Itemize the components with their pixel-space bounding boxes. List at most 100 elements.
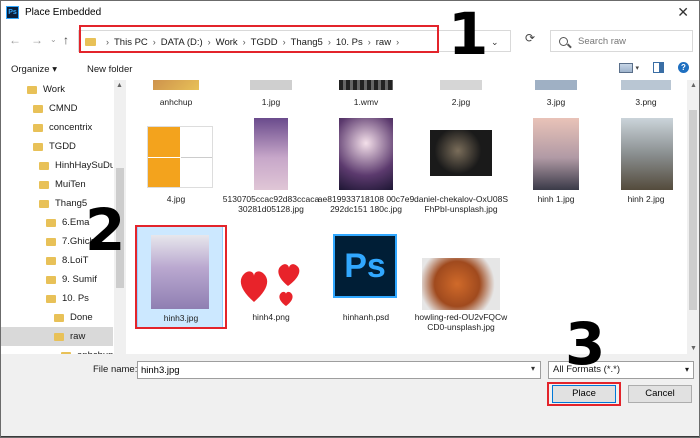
file-tile-hinh-2-jpg[interactable]: hinh 2.jpg (597, 118, 687, 208)
up-arrow-icon[interactable]: ↑ (63, 33, 69, 47)
sidebar-item-label: Work (43, 84, 65, 95)
annotation-step-1: 1 (448, 0, 489, 68)
file-tile-daniel-chekalov-jpg[interactable]: daniel-chekalov-OxU08SFhPbI-unsplash.jpg (412, 118, 510, 214)
image-thumbnail (250, 80, 292, 90)
file-name: hinh 2.jpg (627, 194, 665, 204)
annotation-highlight-file (135, 225, 227, 329)
scroll-up-icon[interactable]: ▲ (690, 82, 697, 89)
folder-icon (46, 256, 56, 265)
folder-icon (46, 294, 56, 303)
chevron-down-icon: ▾ (52, 63, 57, 75)
folder-icon (46, 275, 56, 284)
scroll-up-icon[interactable]: ▲ (116, 82, 123, 89)
sidebar-item-tgdd[interactable]: TGDD (1, 137, 113, 156)
file-tile-hinh-1-jpg[interactable]: hinh 1.jpg (507, 118, 605, 208)
annotation-highlight-place (547, 382, 621, 406)
back-arrow-icon[interactable]: ← (9, 33, 21, 47)
organize-label: Organize (11, 63, 50, 75)
search-box[interactable] (550, 30, 693, 52)
folder-icon (33, 142, 43, 151)
refresh-icon[interactable]: ⟳ (519, 31, 541, 51)
recent-locations-chevron-icon[interactable]: ⌄ (50, 35, 57, 44)
file-list-scrollbar[interactable]: ▲ ▼ (687, 80, 699, 354)
sidebar-item-label: HinhHaySuDu (55, 160, 113, 171)
sidebar-item-raw[interactable]: raw (1, 327, 113, 346)
sidebar-item-hinhhaysudu[interactable]: HinhHaySuDu (1, 156, 113, 175)
place-embedded-dialog: Ps Place Embedded ✕ ← → ⌄ ↑ › This PC › … (0, 0, 700, 438)
file-tile-hinh4-png[interactable]: hinh4.png (222, 226, 320, 328)
image-thumbnail (440, 80, 482, 90)
file-tile-1-wmv[interactable]: 1.wmv (317, 80, 415, 120)
sidebar-item-concentrix[interactable]: concentrix (1, 118, 113, 137)
folder-icon (33, 123, 43, 132)
help-icon[interactable]: ? (678, 62, 689, 73)
file-name: hinh 1.jpg (537, 194, 575, 204)
folder-icon (46, 218, 56, 227)
forward-arrow-icon[interactable]: → (31, 33, 43, 47)
image-thumbnail (254, 118, 288, 190)
folder-icon (27, 85, 37, 94)
folder-icon (54, 332, 64, 341)
file-list-scroll-thumb[interactable] (689, 110, 697, 310)
close-icon[interactable]: ✕ (677, 4, 689, 21)
file-name: 1.jpg (261, 97, 281, 107)
new-folder-button[interactable]: New folder (87, 64, 132, 75)
file-name: 3.jpg (546, 97, 566, 107)
file-tile-anhchup[interactable]: anhchup (127, 80, 225, 120)
file-name-dropdown-icon[interactable]: ▾ (531, 364, 535, 373)
video-thumbnail (339, 80, 393, 90)
folder-icon (39, 180, 49, 189)
address-dropdown-icon[interactable]: ⌄ (491, 37, 499, 48)
sidebar-item-anhchup[interactable]: anhchup (1, 346, 113, 354)
file-name: 2.jpg (451, 97, 471, 107)
folder-icon (33, 104, 43, 113)
file-tile-howling-red-jpg[interactable]: howling-red-OU2vFQCwCD0-unsplash.jpg (412, 226, 510, 332)
sidebar-item-label: raw (70, 331, 86, 342)
toolbar: Organize ▾ New folder ▾ ? (1, 59, 699, 79)
search-input[interactable] (578, 35, 688, 47)
sidebar-item-label: Done (70, 312, 93, 323)
chevron-down-icon: ▾ (684, 365, 689, 374)
file-tile-1-jpg[interactable]: 1.jpg (222, 80, 320, 120)
sidebar-item-label: MuiTen (55, 179, 86, 190)
file-tile-5130705ccac92d-jpg[interactable]: 5130705ccac92d83ccaca30281d05128.jpg (222, 118, 320, 214)
window-title: Place Embedded (25, 6, 102, 18)
sidebar-item-9-sumif[interactable]: 9. Sumif (1, 270, 113, 289)
folder-icon (39, 161, 49, 170)
file-name: 5130705ccac92d83ccaca30281d05128.jpg (222, 194, 320, 214)
sidebar-item-10-ps[interactable]: 10. Ps (1, 289, 113, 308)
sidebar-item-cmnd[interactable]: CMND (1, 99, 113, 118)
folder-icon (39, 199, 49, 208)
photoshop-file-icon: Ps (333, 234, 397, 298)
sidebar-item-work[interactable]: Work (1, 80, 113, 99)
image-thumbnail (533, 118, 579, 190)
file-name: 3.png (635, 97, 657, 107)
file-name: howling-red-OU2vFQCwCD0-unsplash.jpg (414, 312, 508, 332)
sidebar-item-done[interactable]: Done (1, 308, 113, 327)
file-name-input[interactable] (137, 361, 541, 379)
file-tile-4-jpg[interactable]: 4.jpg (127, 118, 225, 208)
file-tile-ae819933718108-jpg[interactable]: ae819933718108 00c7e9292dc151 180c.jpg (317, 118, 415, 214)
folder-icon (46, 237, 56, 246)
sidebar-item-label: Thang5 (55, 198, 88, 209)
ps-logo-text: Ps (344, 246, 386, 285)
image-thumbnail (621, 118, 673, 190)
file-tile-2-jpg[interactable]: 2.jpg (412, 80, 510, 120)
cancel-button[interactable]: Cancel (628, 385, 692, 403)
file-tile-3-jpg[interactable]: 3.jpg (507, 80, 605, 120)
file-tile-hinhanh-psd[interactable]: Ps hinhanh.psd (317, 226, 415, 328)
sidebar-item-label: TGDD (49, 141, 76, 152)
view-dropdown-icon[interactable]: ▾ (635, 64, 639, 72)
organize-button[interactable]: Organize ▾ (11, 64, 57, 75)
scroll-down-icon[interactable]: ▼ (690, 345, 697, 352)
image-thumbnail (535, 80, 577, 90)
image-thumbnail (621, 80, 671, 90)
file-name: anhchup (159, 97, 193, 107)
preview-pane-icon[interactable] (653, 62, 664, 73)
file-name-label: File name: (93, 364, 138, 375)
file-name: hinhanh.psd (342, 312, 390, 322)
sidebar-item-muiten[interactable]: MuiTen (1, 175, 113, 194)
sidebar-item-label: CMND (49, 103, 78, 114)
file-tile-3-png[interactable]: 3.png (597, 80, 687, 120)
change-view-icon[interactable] (619, 62, 634, 73)
